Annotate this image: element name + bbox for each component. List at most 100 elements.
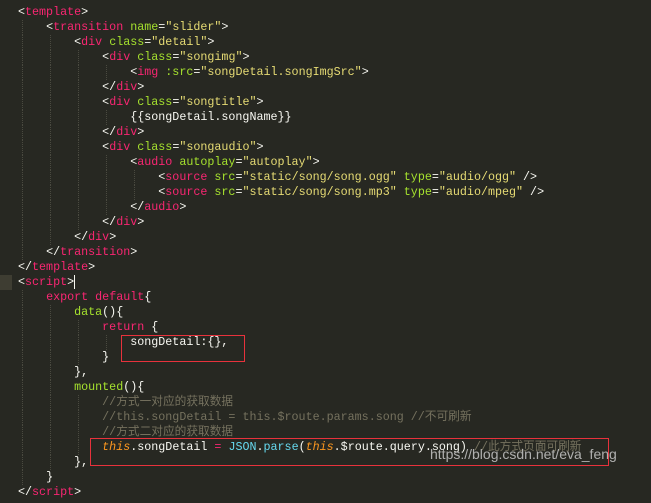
indent-guide — [50, 110, 51, 125]
code-token-tag: div — [109, 140, 131, 154]
indent-guide — [22, 35, 23, 50]
code-token-tag: transition — [60, 245, 131, 259]
indent-guide — [50, 440, 51, 455]
code-line[interactable]: </div> — [0, 215, 651, 230]
code-line[interactable]: <script> — [0, 275, 651, 290]
indent-guide — [78, 170, 79, 185]
code-token-txt: > — [312, 155, 320, 169]
code-token-fn: data — [74, 305, 103, 319]
code-token-txt: > — [109, 230, 117, 244]
watermark: https://blog.csdn.net/eva_feng — [430, 446, 617, 462]
code-token-txt: > — [81, 5, 89, 19]
code-line[interactable]: <transition name="slider"> — [0, 20, 651, 35]
code-token-txt: </ — [102, 80, 117, 94]
code-token-str: "static/song/song.ogg" — [242, 170, 397, 184]
indent-guide — [22, 20, 23, 35]
code-token-txt: = — [431, 185, 439, 199]
indent-guide — [50, 455, 51, 470]
code-token-txt: > — [256, 95, 264, 109]
code-token-attr: name — [130, 20, 159, 34]
code-token-txt: > — [88, 260, 96, 274]
code-token-attr: src — [214, 170, 236, 184]
code-line[interactable]: <template> — [0, 5, 651, 20]
code-token-txt: > — [74, 485, 82, 499]
code-line[interactable]: songDetail:{}, — [0, 335, 651, 350]
code-line[interactable]: <div class="songaudio"> — [0, 140, 651, 155]
indent-guide — [78, 350, 79, 365]
indent-guide — [50, 215, 51, 230]
code-line[interactable]: {{songDetail.songName}} — [0, 110, 651, 125]
code-line[interactable]: //this.songDetail = this.$route.params.s… — [0, 410, 651, 425]
code-line[interactable]: <img :src="songDetail.songImgSrc"> — [0, 65, 651, 80]
code-line[interactable]: <div class="songtitle"> — [0, 95, 651, 110]
code-token-fn: mounted — [74, 380, 124, 394]
code-token-txt: (){ — [123, 380, 145, 394]
code-token-attr: class — [137, 50, 173, 64]
code-line[interactable]: return { — [0, 320, 651, 335]
indent-guide — [78, 215, 79, 230]
code-line[interactable]: </transition> — [0, 245, 651, 260]
code-line[interactable]: </div> — [0, 80, 651, 95]
code-line[interactable]: <div class="detail"> — [0, 35, 651, 50]
code-token-txt: (){ — [102, 305, 124, 319]
indent-guide — [78, 440, 79, 455]
code-token-txt: > — [221, 20, 229, 34]
code-line[interactable]: export default{ — [0, 290, 651, 305]
code-token-tag: transition — [53, 20, 124, 34]
indent-guide — [106, 170, 107, 185]
indent-guide — [22, 200, 23, 215]
code-line[interactable]: <source src="static/song/song.mp3" type=… — [0, 185, 651, 200]
code-token-txt: }, — [74, 365, 89, 379]
indent-guide — [22, 155, 23, 170]
code-token-txt: > — [242, 50, 250, 64]
indent-guide — [22, 80, 23, 95]
code-line[interactable]: }, — [0, 365, 651, 380]
indent-guide — [78, 425, 79, 440]
code-line[interactable]: </audio> — [0, 200, 651, 215]
indent-guide — [50, 410, 51, 425]
code-line[interactable]: <source src="static/song/song.ogg" type=… — [0, 170, 651, 185]
code-token-kw: default — [95, 290, 145, 304]
indent-guide — [22, 95, 23, 110]
code-token-tag: div — [81, 35, 103, 49]
indent-guide — [50, 80, 51, 95]
indent-guide — [78, 110, 79, 125]
code-token-txt: } — [102, 350, 110, 364]
code-token-attr: type — [403, 170, 432, 184]
code-token-com: //this.songDetail = this.$route.params.s… — [102, 410, 472, 424]
code-token-com: //方式二对应的获取数据 — [102, 425, 234, 439]
code-line[interactable]: data(){ — [0, 305, 651, 320]
indent-guide — [22, 110, 23, 125]
indent-guide — [50, 320, 51, 335]
code-token-txt: > — [137, 80, 145, 94]
code-token-str: "songimg" — [179, 50, 243, 64]
indent-guide — [22, 395, 23, 410]
code-line[interactable]: } — [0, 470, 651, 485]
indent-guide — [106, 110, 107, 125]
code-token-tag: div — [116, 80, 138, 94]
code-editor[interactable]: <template> <transition name="slider"> <d… — [0, 5, 651, 500]
code-line[interactable]: </script> — [0, 485, 651, 500]
code-token-txt: /> — [523, 185, 545, 199]
code-line[interactable]: //方式一对应的获取数据 — [0, 395, 651, 410]
indent-guide — [22, 125, 23, 140]
indent-guide — [78, 395, 79, 410]
indent-guide — [50, 395, 51, 410]
code-token-tag: source — [165, 185, 208, 199]
text-cursor — [74, 275, 76, 289]
indent-guide — [50, 170, 51, 185]
indent-guide — [22, 470, 23, 485]
code-token-txt: {{songDetail.songName}} — [130, 110, 292, 124]
indent-guide — [78, 410, 79, 425]
code-token-txt: </ — [18, 260, 33, 274]
code-line[interactable]: <audio autoplay="autoplay"> — [0, 155, 651, 170]
code-line[interactable]: </template> — [0, 260, 651, 275]
code-line[interactable]: } — [0, 350, 651, 365]
code-line[interactable]: </div> — [0, 230, 651, 245]
code-line[interactable]: </div> — [0, 125, 651, 140]
code-line[interactable]: <div class="songimg"> — [0, 50, 651, 65]
code-line[interactable]: mounted(){ — [0, 380, 651, 395]
code-token-com: //方式一对应的获取数据 — [102, 395, 234, 409]
